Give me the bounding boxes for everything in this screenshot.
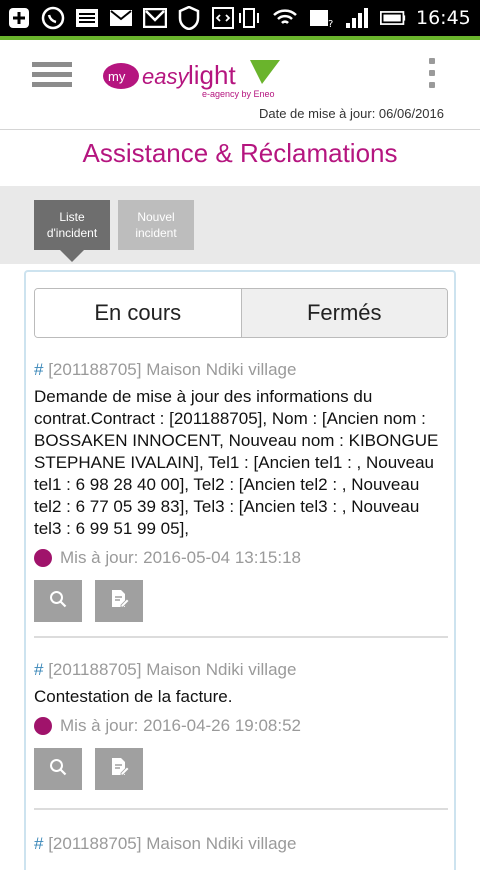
svg-text:?: ? xyxy=(328,19,333,29)
incident-hash: # xyxy=(34,660,44,679)
tab-incident-list[interactable]: Liste d'incident xyxy=(34,200,110,262)
edit-document-icon xyxy=(109,757,130,782)
item-divider xyxy=(34,808,448,810)
incident-updated: Mis à jour: 2016-05-04 13:15:18 xyxy=(60,548,301,567)
signal-icon xyxy=(344,6,370,30)
incident-ref-text: [201188705] Maison Ndiki village xyxy=(48,660,297,679)
tab-bar: Liste d'incident Nouvel incident xyxy=(0,186,480,264)
add-icon xyxy=(6,6,32,30)
incident-status: Mis à jour: 2016-04-26 19:08:52 xyxy=(34,716,448,736)
data-icon: ? xyxy=(308,6,334,30)
app-header: my easy light e-agency by Eneo Date de m… xyxy=(0,40,480,130)
view-button[interactable] xyxy=(34,580,82,622)
incident-ref[interactable]: # [201188705] Maison Ndiki village xyxy=(34,660,448,680)
incident-ref-text: [201188705] Maison Ndiki village xyxy=(48,834,297,853)
tab-new-incident-line2: incident xyxy=(135,226,177,240)
tab-new-incident-line1: Nouvel xyxy=(137,210,175,224)
incident-ref[interactable]: # [201188705] Maison Ndiki village xyxy=(34,834,448,854)
code-icon xyxy=(210,6,236,30)
status-segment: En cours Fermés xyxy=(34,288,448,338)
whatsapp-icon xyxy=(40,6,66,30)
incident-panel: En cours Fermés # [201188705] Maison Ndi… xyxy=(24,270,456,870)
incident-item: # [201188705] Maison Ndiki village Deman… xyxy=(34,360,448,622)
battery-icon xyxy=(380,6,406,30)
incident-updated: Mis à jour: 2016-04-26 19:08:52 xyxy=(60,716,301,735)
clock: 16:45 xyxy=(416,7,471,29)
incident-description: Contestation de la facture. xyxy=(34,687,233,706)
brand-easy: easy xyxy=(142,64,190,89)
incident-actions xyxy=(34,748,448,790)
incident-actions xyxy=(34,580,448,622)
page-title: Assistance & Réclamations xyxy=(82,138,398,168)
shield-icon xyxy=(176,6,202,30)
brand-prefix: my xyxy=(108,69,126,84)
incident-hash: # xyxy=(34,360,44,379)
edit-button[interactable] xyxy=(95,748,143,790)
segment-open[interactable]: En cours xyxy=(35,289,241,337)
incident-ref-text: [201188705] Maison Ndiki village xyxy=(48,360,297,379)
last-update-date: Date de mise à jour: 06/06/2016 xyxy=(258,106,444,121)
status-dot-icon xyxy=(34,717,52,735)
incident-hash: # xyxy=(34,834,44,853)
segment-closed[interactable]: Fermés xyxy=(240,289,447,337)
tab-incident-list-line1: Liste xyxy=(59,210,85,224)
incident-item: # [201188705] Maison Ndiki village xyxy=(34,834,448,854)
more-options-icon[interactable] xyxy=(428,58,436,88)
tab-incident-list-line2: d'incident xyxy=(46,226,98,240)
search-icon xyxy=(49,590,67,613)
gallery-icon xyxy=(74,6,100,30)
item-divider xyxy=(34,636,448,638)
gmail-icon xyxy=(142,6,168,30)
edit-document-icon xyxy=(109,589,130,614)
status-bar: ? 16:45 xyxy=(0,0,480,36)
wifi-icon xyxy=(272,6,298,30)
status-dot-icon xyxy=(34,549,52,567)
brand-logo: my easy light e-agency by Eneo xyxy=(102,56,282,100)
incident-status: Mis à jour: 2016-05-04 13:15:18 xyxy=(34,548,448,568)
tab-new-incident[interactable]: Nouvel incident xyxy=(118,200,194,250)
search-icon xyxy=(49,758,67,781)
vibrate-icon xyxy=(236,6,262,30)
brand-tagline: e-agency by Eneo xyxy=(202,89,275,99)
mail-icon xyxy=(108,6,134,30)
edit-button[interactable] xyxy=(95,580,143,622)
incident-item: # [201188705] Maison Ndiki village Conte… xyxy=(34,660,448,790)
incident-ref[interactable]: # [201188705] Maison Ndiki village xyxy=(34,360,448,380)
brand-light: light xyxy=(188,60,236,90)
menu-icon[interactable] xyxy=(32,62,72,98)
incident-description: Demande de mise à jour des informations … xyxy=(34,387,439,538)
view-button[interactable] xyxy=(34,748,82,790)
